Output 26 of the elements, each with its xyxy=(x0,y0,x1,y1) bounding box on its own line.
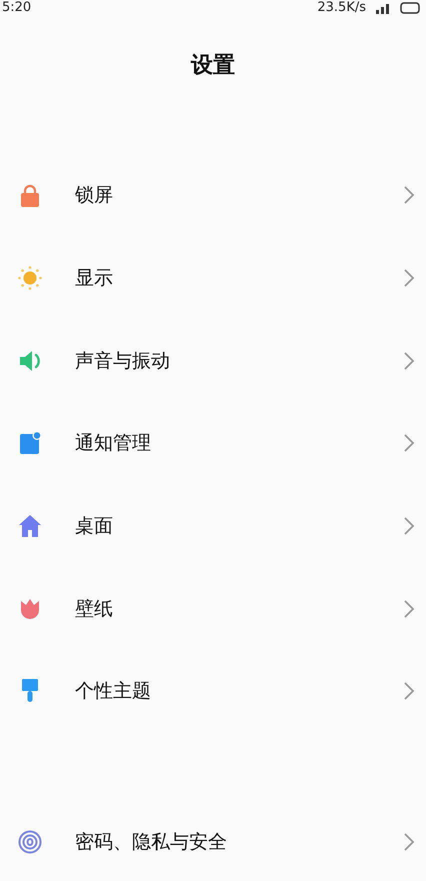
chevron-icon xyxy=(404,682,414,700)
settings-item[interactable]: 锁屏 xyxy=(0,154,426,237)
chevron-icon xyxy=(404,434,414,452)
settings-item[interactable]: 密码、隐私与安全 xyxy=(0,800,426,881)
speaker-icon xyxy=(18,348,42,373)
settings-item[interactable]: 壁纸 xyxy=(0,567,426,650)
chevron-icon xyxy=(404,352,414,370)
settings-item[interactable]: 个性主题 xyxy=(0,650,426,733)
chevron-icon xyxy=(404,833,414,852)
chevron-icon xyxy=(404,517,414,536)
chevron-icon xyxy=(404,269,414,288)
settings-item[interactable]: 显示 xyxy=(0,236,426,320)
sun-icon xyxy=(18,266,42,290)
home-icon xyxy=(18,514,42,538)
settings-item[interactable]: 桌面 xyxy=(0,484,426,568)
lock-icon xyxy=(18,183,42,208)
page-title: 设置 xyxy=(191,52,235,80)
status-time: 5:20 xyxy=(2,0,32,16)
notification-icon xyxy=(18,431,42,456)
chevron-icon xyxy=(404,186,414,204)
settings-item[interactable]: 通知管理 xyxy=(0,402,426,485)
network-speed: 23.5K/s xyxy=(317,0,366,16)
battery-icon xyxy=(400,2,422,14)
chevron-icon xyxy=(404,600,414,618)
settings-item[interactable]: 声音与振动 xyxy=(0,319,426,402)
tulip-icon xyxy=(18,596,42,621)
